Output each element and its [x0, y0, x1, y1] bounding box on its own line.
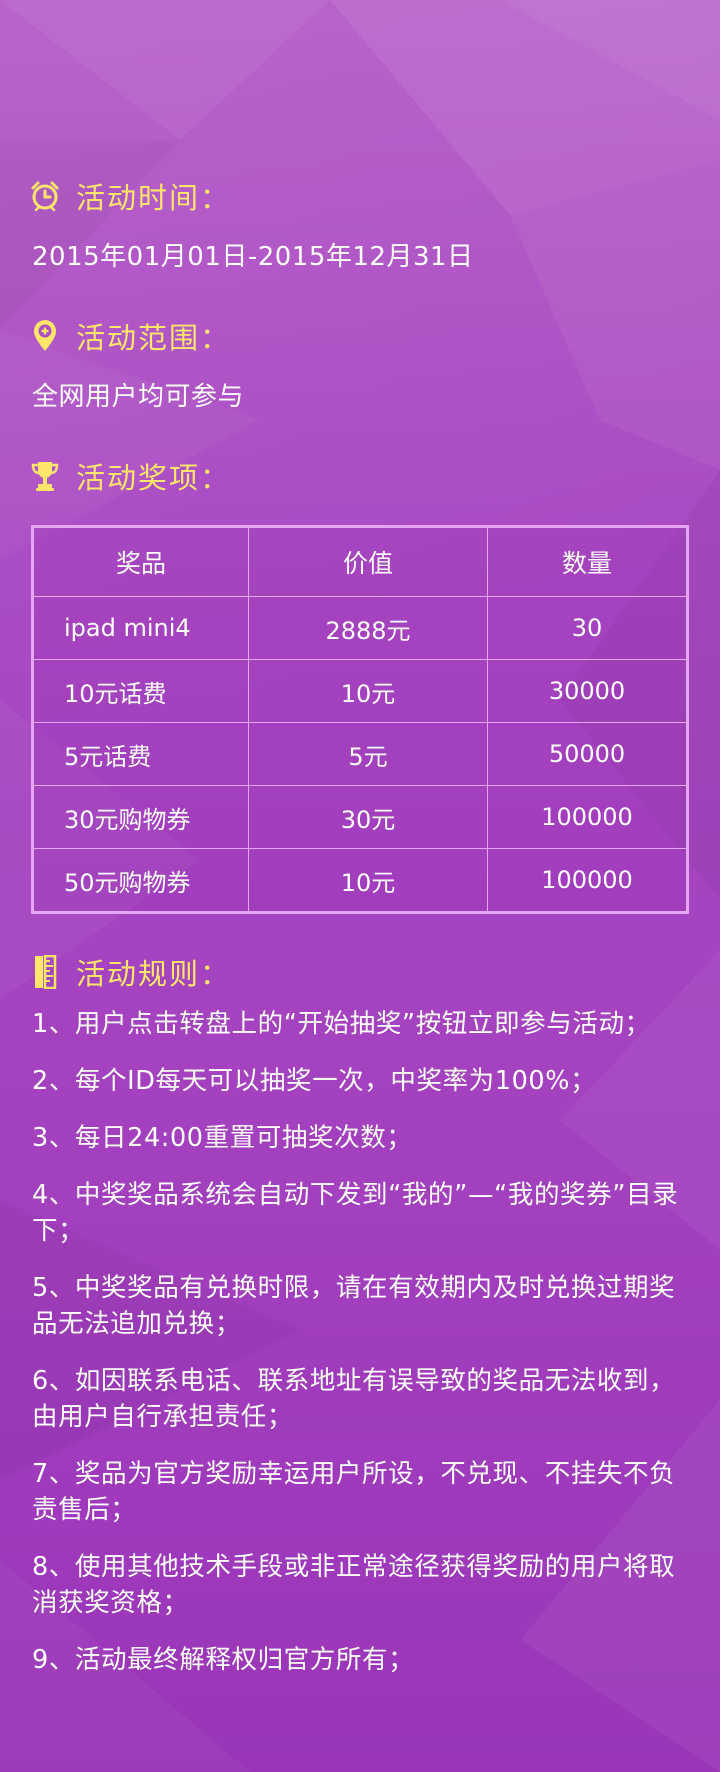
- prize-name: 5元话费: [32, 722, 249, 786]
- table-row: 10元话费 10元 30000: [32, 659, 688, 723]
- rule-item: 6、如因联系电话、联系地址有误导致的奖品无法收到，由用户自行承担责任；: [32, 1366, 676, 1432]
- prize-value: 5元: [248, 722, 488, 786]
- prize-name: 50元购物券: [32, 848, 249, 913]
- rules-section-heading: 活动规则：: [30, 952, 231, 992]
- prize-quantity: 100000: [487, 848, 688, 913]
- prize-quantity: 100000: [487, 785, 688, 849]
- location-pin-icon: [30, 320, 60, 352]
- rule-item: 4、中奖奖品系统会自动下发到“我的”—“我的奖券”目录下；: [32, 1180, 679, 1246]
- table-row: ipad mini4 2888元 30: [32, 596, 688, 660]
- trophy-icon: [30, 460, 60, 492]
- table-header-row: 奖品 价值 数量: [32, 526, 688, 597]
- scope-section-heading: 活动范围：: [30, 316, 231, 356]
- activity-date-range: 2015年01月01日-2015年12月31日: [32, 242, 474, 272]
- prize-section-title: 活动奖项：: [76, 461, 232, 495]
- rule-item: 3、每日24:00重置可抽奖次数；: [32, 1123, 413, 1153]
- header-quantity: 数量: [487, 526, 688, 597]
- prize-value: 30元: [248, 785, 488, 849]
- prize-quantity: 30: [487, 596, 688, 660]
- prize-section-heading: 活动奖项：: [30, 456, 231, 496]
- rule-item: 2、每个ID每天可以抽奖一次，中奖率为100%；: [32, 1066, 597, 1096]
- activity-rules-page: 活动时间： 2015年01月01日-2015年12月31日 活动范围： 全网用户…: [0, 0, 720, 1772]
- header-value: 价值: [248, 526, 488, 597]
- prize-value: 10元: [248, 848, 488, 913]
- rules-list: 1、用户点击转盘上的“开始抽奖”按钮立即参与活动； 2、每个ID每天可以抽奖一次…: [32, 1006, 682, 1699]
- activity-scope-text: 全网用户均可参与: [32, 382, 245, 412]
- prize-quantity: 50000: [487, 722, 688, 786]
- prize-name: 30元购物券: [32, 785, 249, 849]
- rule-item: 7、奖品为官方奖励幸运用户所设，不兑现、不挂失不负责售后；: [32, 1459, 676, 1525]
- time-section-title: 活动时间：: [76, 181, 232, 215]
- prize-table: 奖品 价值 数量 ipad mini4 2888元 30 10元话费 10元 3…: [31, 525, 689, 914]
- alarm-clock-icon: [30, 180, 60, 212]
- prize-value: 10元: [248, 659, 488, 723]
- prize-name: ipad mini4: [32, 596, 249, 660]
- ruler-icon: [30, 955, 60, 989]
- table-row: 50元购物券 10元 100000: [32, 848, 688, 913]
- prize-name: 10元话费: [32, 659, 249, 723]
- header-prize: 奖品: [32, 526, 249, 597]
- rule-item: 8、使用其他技术手段或非正常途径获得奖励的用户将取消获奖资格；: [32, 1552, 676, 1618]
- table-row: 5元话费 5元 50000: [32, 722, 688, 786]
- rule-item: 9、活动最终解释权归官方所有；: [32, 1645, 415, 1675]
- scope-section-title: 活动范围：: [76, 321, 232, 355]
- table-row: 30元购物券 30元 100000: [32, 785, 688, 849]
- prize-quantity: 30000: [487, 659, 688, 723]
- rules-section-title: 活动规则：: [76, 957, 232, 991]
- rule-item: 1、用户点击转盘上的“开始抽奖”按钮立即参与活动；: [32, 1009, 651, 1039]
- rule-item: 5、中奖奖品有兑换时限，请在有效期内及时兑换过期奖品无法追加兑换；: [32, 1273, 676, 1339]
- prize-value: 2888元: [248, 596, 488, 660]
- time-section-heading: 活动时间：: [30, 176, 231, 216]
